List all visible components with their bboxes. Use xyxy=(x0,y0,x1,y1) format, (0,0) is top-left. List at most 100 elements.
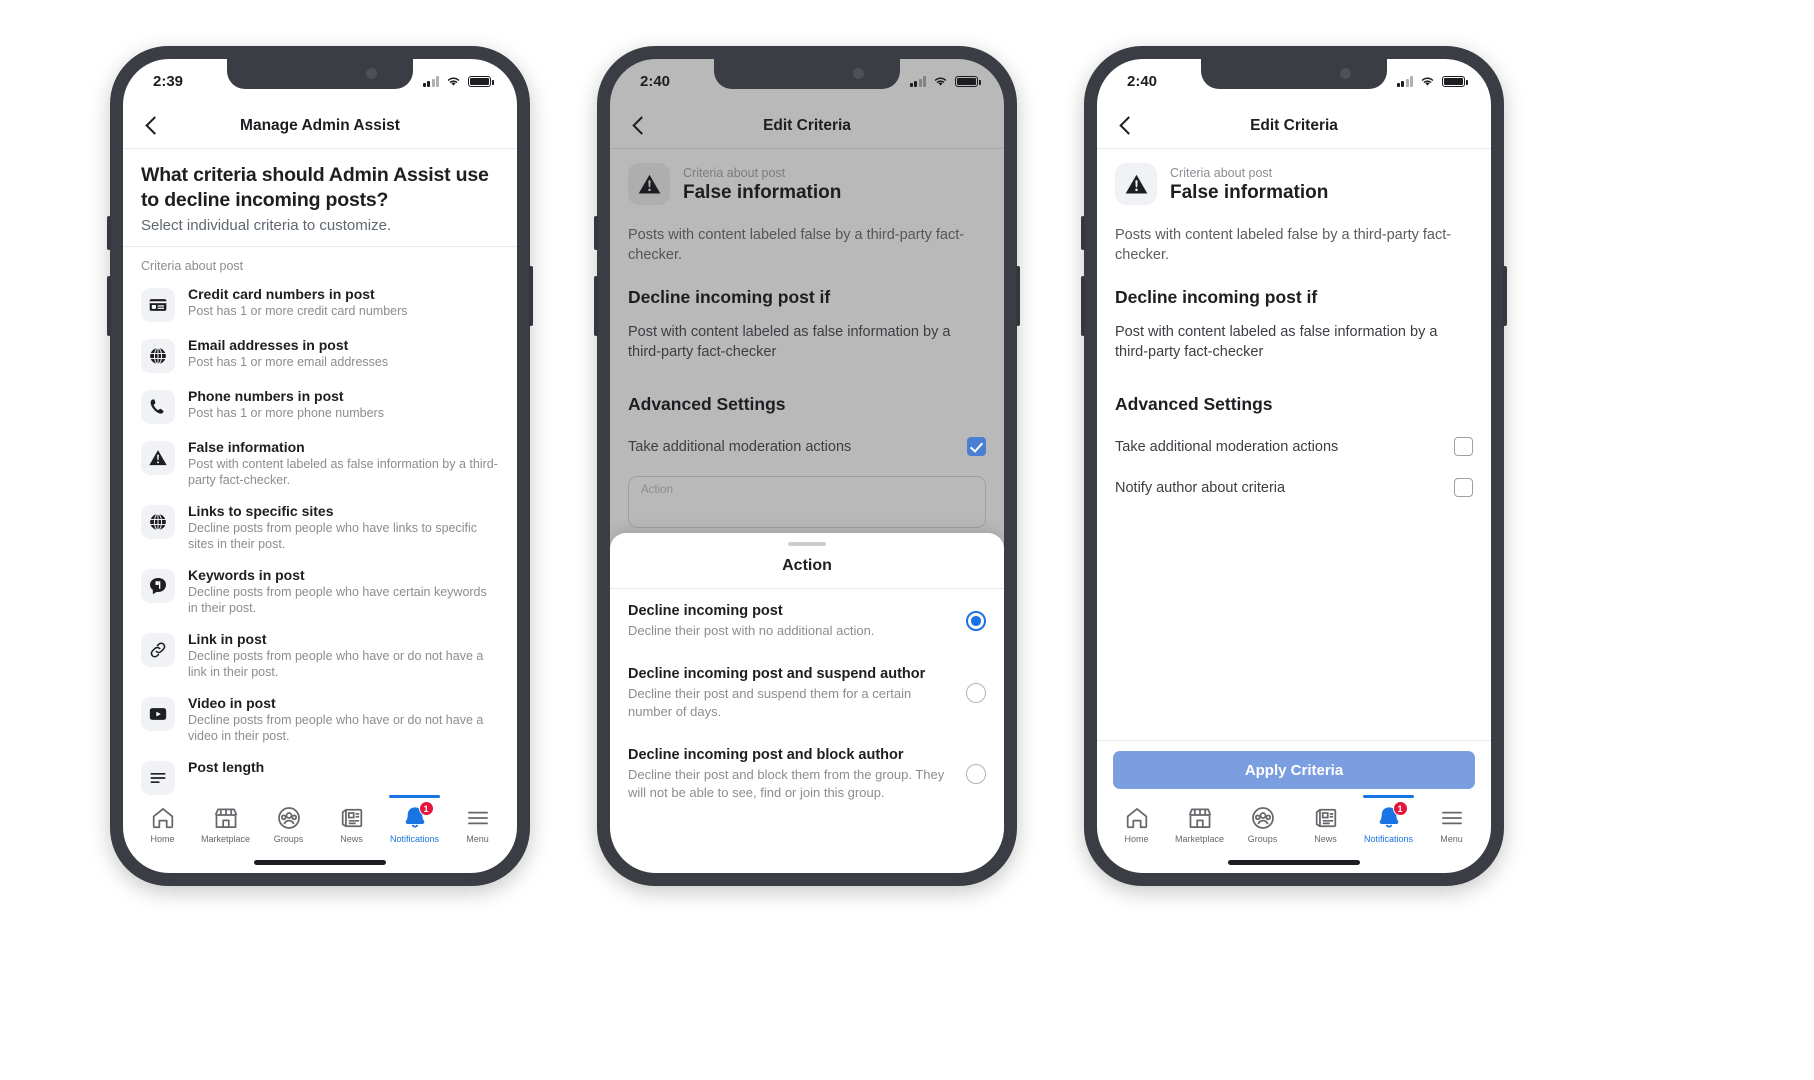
criteria-title: Credit card numbers in post xyxy=(188,286,375,302)
action-option[interactable]: Decline incoming post and suspend author… xyxy=(628,652,986,733)
condition-heading: Decline incoming post if xyxy=(628,287,831,307)
radio-button[interactable] xyxy=(966,683,986,703)
tab-news[interactable]: News xyxy=(320,799,383,844)
detail-kicker: Criteria about post xyxy=(1170,165,1273,180)
criteria-title: Keywords in post xyxy=(188,567,305,583)
detail-title: False information xyxy=(683,181,842,203)
checkbox-row-take-additional-moderation-actions[interactable]: Take additional moderation actions xyxy=(1115,437,1473,456)
front-camera xyxy=(1340,68,1351,79)
criteria-list-item[interactable]: Link in post Decline posts from people wh… xyxy=(141,624,499,688)
cellular-signal-icon xyxy=(909,76,926,87)
criteria-title: Video in post xyxy=(188,695,276,711)
criteria-description: Post has 1 or more phone numbers xyxy=(188,406,384,420)
tab-label: Groups xyxy=(273,834,304,844)
wifi-icon xyxy=(1421,77,1434,86)
news-icon xyxy=(339,805,365,831)
criteria-detail: Criteria about post False information Po… xyxy=(610,149,1004,528)
tab-marketplace[interactable]: Marketplace xyxy=(1168,799,1231,844)
home-indicator[interactable] xyxy=(1097,851,1491,873)
radio-button[interactable] xyxy=(966,764,986,784)
power-button[interactable] xyxy=(529,266,533,326)
action-select-field[interactable]: Action xyxy=(628,476,986,528)
storefront-icon xyxy=(1187,805,1213,831)
chevron-left-icon[interactable] xyxy=(141,115,163,137)
condition-heading: Decline incoming post if xyxy=(1115,287,1318,307)
criteria-list-item[interactable]: Credit card numbers in post Post has 1 or… xyxy=(141,279,499,330)
hamburger-icon xyxy=(1439,805,1465,831)
tab-menu[interactable]: Menu xyxy=(446,799,509,844)
tab-news[interactable]: News xyxy=(1294,799,1357,844)
apply-button-container: Apply Criteria xyxy=(1097,740,1491,795)
tab-marketplace[interactable]: Marketplace xyxy=(194,799,257,844)
globe-icon xyxy=(141,339,175,373)
radio-button[interactable] xyxy=(966,611,986,631)
criteria-list: Credit card numbers in post Post has 1 or… xyxy=(123,279,517,795)
power-button[interactable] xyxy=(1016,266,1020,326)
criteria-list-item[interactable]: Keywords in post Decline posts from peopl… xyxy=(141,560,499,624)
phone-edit-criteria-apply: 2:40 Edit Criteria Criteria about post F… xyxy=(1081,46,1507,886)
tab-notifications[interactable]: 1 Notifications xyxy=(383,795,446,844)
tab-groups[interactable]: Groups xyxy=(1231,799,1294,844)
criteria-list-item[interactable]: Links to specific sites Decline posts fro… xyxy=(141,496,499,560)
action-option[interactable]: Decline incoming post Decline their post … xyxy=(628,589,986,652)
news-icon xyxy=(1313,805,1339,831)
page-title: Edit Criteria xyxy=(763,116,851,134)
bell-icon: 1 xyxy=(402,801,434,831)
criteria-text: False information Post with content label… xyxy=(188,439,499,488)
action-bottom-sheet: Action Decline incoming post Decline thei… xyxy=(610,533,1004,873)
detail-body-text: Posts with content labeled false by a th… xyxy=(1115,227,1452,263)
status-indicators xyxy=(422,75,494,87)
criteria-text: Links to specific sites Decline posts fro… xyxy=(188,503,499,552)
warning-triangle-icon xyxy=(141,441,175,475)
home-indicator[interactable] xyxy=(123,851,517,873)
criteria-list-item[interactable]: Post length xyxy=(141,752,499,795)
tab-home[interactable]: Home xyxy=(131,799,194,844)
criteria-list-item[interactable]: Video in post Decline posts from people w… xyxy=(141,688,499,752)
battery-icon xyxy=(1442,76,1468,87)
status-time: 2:40 xyxy=(1127,72,1158,90)
tab-bar: Home Marketplace Groups News 1 Notifications M… xyxy=(123,795,517,851)
tab-groups[interactable]: Groups xyxy=(257,799,320,844)
action-option-text: Decline incoming post and suspend author… xyxy=(628,665,952,721)
apply-criteria-button[interactable]: Apply Criteria xyxy=(1113,751,1475,789)
chevron-left-icon[interactable] xyxy=(1115,115,1137,137)
criteria-list-item[interactable]: Email addresses in post Post has 1 or mor… xyxy=(141,330,499,381)
scroll-body[interactable]: What criteria should Admin Assist use to… xyxy=(123,149,517,795)
criteria-text: Credit card numbers in post Post has 1 or… xyxy=(188,286,499,320)
criteria-description: Decline posts from people who have or do… xyxy=(188,713,484,743)
scroll-body[interactable]: Criteria about post False information Po… xyxy=(1097,149,1491,740)
tab-menu[interactable]: Menu xyxy=(1420,799,1483,844)
video-icon xyxy=(141,697,175,731)
criteria-title: Email addresses in post xyxy=(188,337,349,353)
power-button[interactable] xyxy=(1503,266,1507,326)
criteria-list-item[interactable]: False information Post with content label… xyxy=(141,432,499,496)
detail-header-text: Criteria about post False information xyxy=(683,165,841,204)
checkbox-notify-author-about-criteria[interactable] xyxy=(1454,478,1473,497)
checkbox-take-additional-moderation-actions[interactable] xyxy=(1454,437,1473,456)
intro-subheading: Select individual criteria to customize. xyxy=(141,217,392,234)
screen-edit-criteria-apply: 2:40 Edit Criteria Criteria about post F… xyxy=(1097,59,1491,873)
checkbox-row-take-additional-moderation-actions[interactable]: Take additional moderation actions xyxy=(628,437,986,456)
sheet-title: Action xyxy=(610,546,1004,589)
notification-badge: 1 xyxy=(418,801,434,816)
cellular-signal-icon xyxy=(422,76,439,87)
action-option-description: Decline their post and block them from t… xyxy=(628,767,945,800)
notification-badge: 1 xyxy=(1392,801,1408,816)
detail-kicker: Criteria about post xyxy=(683,165,786,180)
criteria-list-item[interactable]: Phone numbers in post Post has 1 or more … xyxy=(141,381,499,432)
criteria-description: Post with content labeled as false infor… xyxy=(188,457,498,487)
chevron-left-icon[interactable] xyxy=(628,115,650,137)
action-option[interactable]: Decline incoming post and block author De… xyxy=(628,733,986,814)
front-camera xyxy=(366,68,377,79)
detail-body-text: Posts with content labeled false by a th… xyxy=(628,227,965,263)
detail-header-text: Criteria about post False information xyxy=(1170,165,1328,204)
text-length-icon xyxy=(141,761,175,795)
tab-home[interactable]: Home xyxy=(1105,799,1168,844)
comment-flag-icon xyxy=(141,569,175,603)
nav-bar: Manage Admin Assist xyxy=(123,103,517,149)
tab-bar: Home Marketplace Groups News 1 Notifications M… xyxy=(1097,795,1491,851)
tab-notifications[interactable]: 1 Notifications xyxy=(1357,795,1420,844)
checkbox-row-notify-author-about-criteria[interactable]: Notify author about criteria xyxy=(1115,478,1473,497)
checkbox-label: Take additional moderation actions xyxy=(628,438,852,455)
checkbox-take-additional-moderation-actions[interactable] xyxy=(967,437,986,456)
